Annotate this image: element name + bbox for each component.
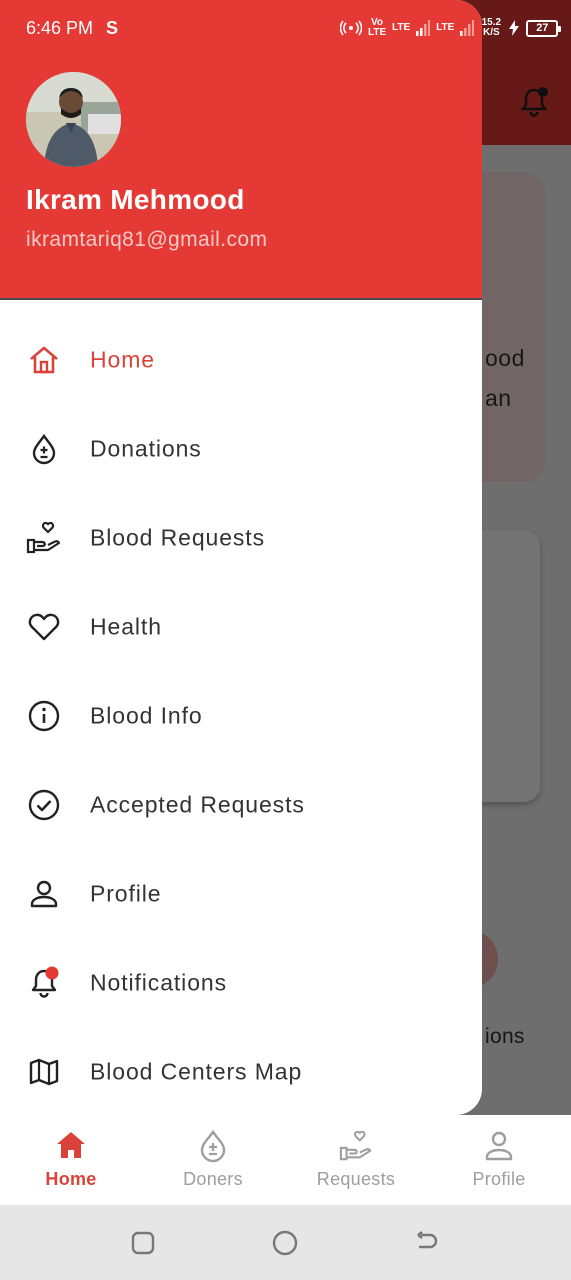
menu-item-profile[interactable]: Profile xyxy=(0,849,482,938)
user-email: ikramtariq81@gmail.com xyxy=(26,228,268,251)
recent-apps-icon[interactable] xyxy=(129,1229,157,1257)
menu-item-label: Home xyxy=(90,346,155,372)
menu-item-blood-info[interactable]: Blood Info xyxy=(0,671,482,760)
back-icon[interactable] xyxy=(413,1229,441,1257)
signal-icon xyxy=(416,20,431,36)
home-circle-icon[interactable] xyxy=(271,1229,299,1257)
navigation-drawer: Ikram Mehmood ikramtariq81@gmail.com Hom… xyxy=(0,0,482,1115)
menu-item-label: Blood Requests xyxy=(90,524,265,550)
bottom-nav-doners[interactable]: Doners xyxy=(142,1115,284,1205)
bottom-nav-label: Requests xyxy=(316,1169,396,1189)
person-icon xyxy=(26,876,62,912)
menu-item-accepted-requests[interactable]: Accepted Requests xyxy=(0,760,482,849)
check-circle-icon xyxy=(26,787,62,823)
bottom-navigation: Home Doners Requests Profile xyxy=(0,1115,571,1205)
bottom-nav-requests[interactable]: Requests xyxy=(285,1115,427,1205)
lte-indicator: LTE xyxy=(436,22,455,33)
person-icon xyxy=(485,1131,513,1161)
lte-indicator: LTE xyxy=(392,22,411,33)
menu-item-label: Donations xyxy=(90,435,202,461)
home-icon xyxy=(26,342,62,378)
hand-heart-icon xyxy=(26,520,62,556)
hotspot-icon xyxy=(340,20,362,36)
menu-item-blood-requests[interactable]: Blood Requests xyxy=(0,493,482,582)
bottom-nav-home[interactable]: Home xyxy=(0,1115,142,1205)
signal-icon xyxy=(460,20,475,36)
menu-item-label: Blood Centers Map xyxy=(90,1058,303,1084)
bottom-nav-label: Profile xyxy=(472,1169,526,1189)
avatar-photo xyxy=(26,72,121,167)
menu-item-label: Blood Info xyxy=(90,702,203,728)
home-icon xyxy=(57,1132,85,1158)
hand-heart-icon xyxy=(339,1130,372,1161)
system-navigation-bar xyxy=(0,1205,571,1280)
menu-item-label: Accepted Requests xyxy=(90,791,305,817)
blood-drop-plus-minus-icon xyxy=(200,1129,226,1163)
status-bar: 6:46 PM S Vo LTE LTE LTE 15.2 K/S 27 xyxy=(0,0,571,58)
user-name: Ikram Mehmood xyxy=(26,184,245,215)
drawer-menu: Home Donations Blood Requests Health Blo… xyxy=(0,315,482,1115)
heart-icon xyxy=(26,609,62,645)
menu-item-label: Notifications xyxy=(90,969,227,995)
battery-level: 27 xyxy=(526,19,562,37)
avatar[interactable] xyxy=(26,72,121,167)
menu-item-donations[interactable]: Donations xyxy=(0,404,482,493)
status-app-icon: S xyxy=(106,18,119,38)
menu-item-notifications[interactable]: Notifications xyxy=(0,938,482,1027)
volte-indicator: Vo LTE xyxy=(368,17,387,38)
menu-item-home[interactable]: Home xyxy=(0,315,482,404)
status-icons: Vo LTE LTE LTE 15.2 K/S 27 xyxy=(340,17,562,38)
bottom-nav-profile[interactable]: Profile xyxy=(428,1115,570,1205)
map-icon xyxy=(26,1054,62,1090)
network-speed: 15.2 K/S xyxy=(481,17,502,38)
charging-icon xyxy=(509,20,520,36)
bell-icon xyxy=(26,965,62,1001)
status-time: 6:46 PM xyxy=(26,18,94,38)
info-icon xyxy=(26,698,62,734)
menu-item-health[interactable]: Health xyxy=(0,582,482,671)
bottom-nav-label: Home xyxy=(45,1169,97,1189)
blood-drop-plus-minus-icon xyxy=(26,431,62,467)
bottom-nav-label: Doners xyxy=(183,1169,243,1189)
menu-item-label: Health xyxy=(90,613,162,639)
menu-item-blood-centers-map[interactable]: Blood Centers Map xyxy=(0,1027,482,1115)
menu-item-label: Profile xyxy=(90,880,162,906)
